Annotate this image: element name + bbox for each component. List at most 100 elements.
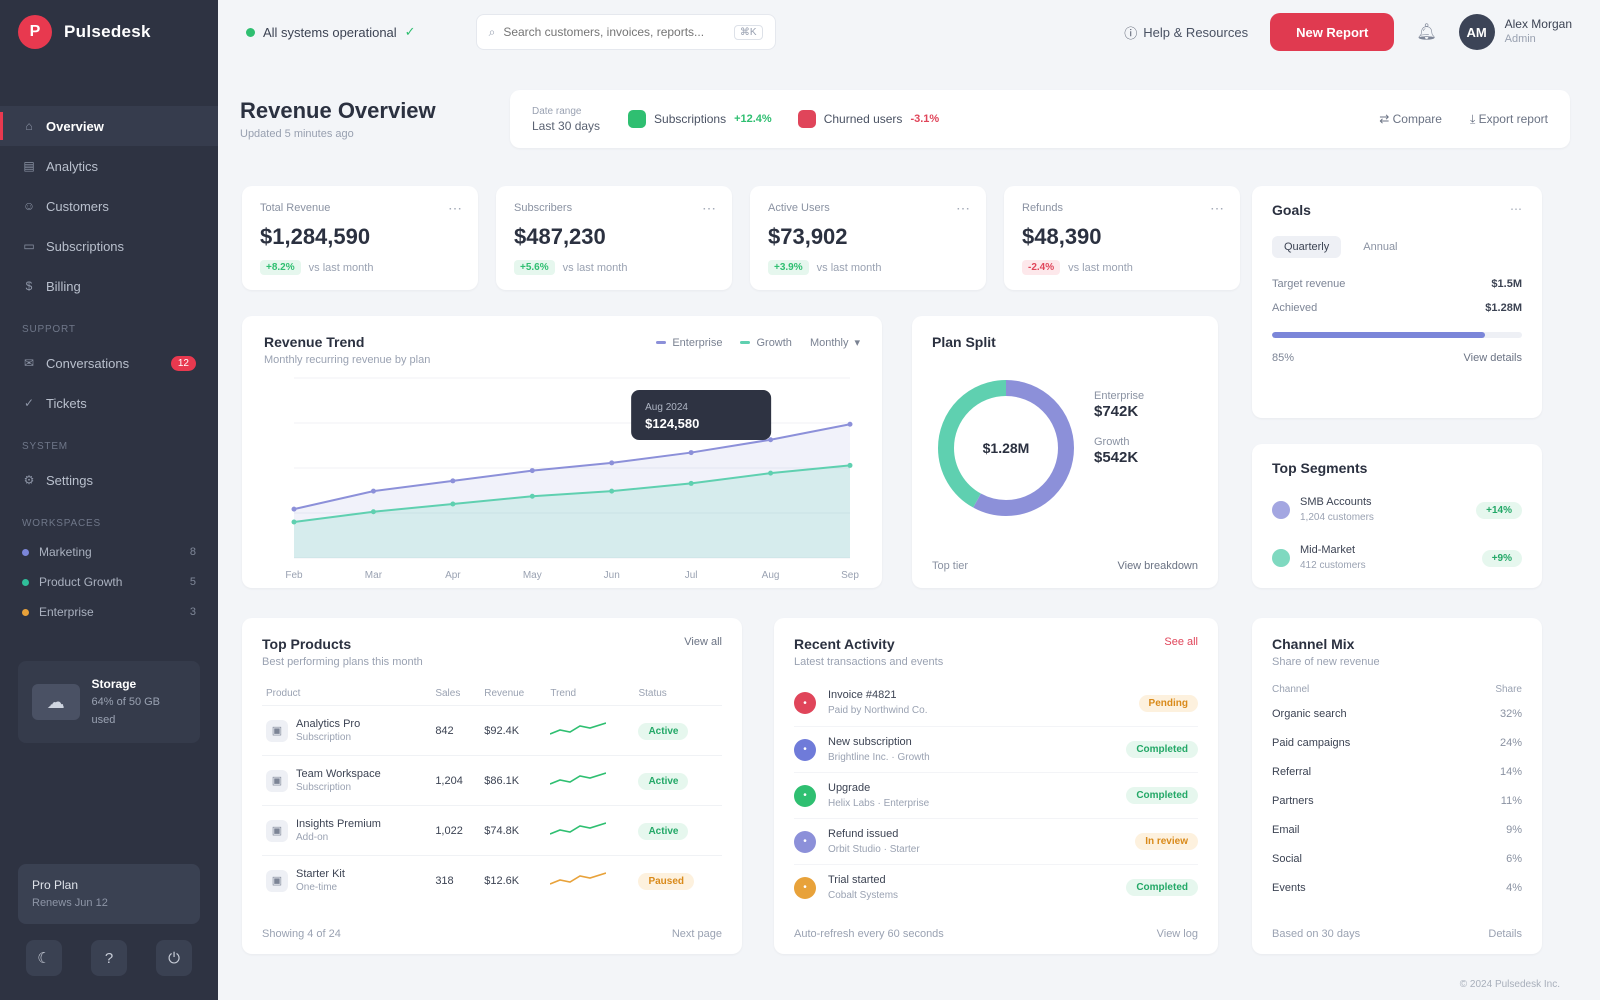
goal-details-link[interactable]: View details [1464, 352, 1523, 364]
avatar: AM [1458, 14, 1495, 50]
products-view-all[interactable]: View all [684, 636, 722, 668]
channels-details-link[interactable]: Details [1488, 928, 1522, 940]
chart-icon: ▤ [23, 159, 35, 173]
more-icon[interactable]: ⋯ [702, 200, 716, 217]
channel-row[interactable]: Email 9% [1272, 815, 1522, 844]
more-icon[interactable]: ⋯ [1210, 200, 1224, 217]
channel-share: 4% [1506, 881, 1522, 894]
sidebar-item-customers[interactable]: ☺ Customers [0, 186, 218, 226]
chart-tooltip [631, 390, 772, 440]
data-point[interactable] [847, 462, 853, 468]
revenue-cell: $86.1K [480, 755, 547, 806]
activity-see-all[interactable]: See all [1164, 636, 1198, 668]
products-next-link[interactable]: Next page [672, 928, 722, 940]
brand[interactable]: P Pulsedesk [0, 0, 218, 64]
tab-annual[interactable]: Annual [1351, 236, 1409, 258]
filter-chip[interactable]: Churned users -3.1% [797, 110, 939, 128]
data-point[interactable] [370, 509, 376, 515]
chart-legend: Enterprise Growth Monthly ▾ [656, 336, 860, 349]
channel-row[interactable]: Paid campaigns 24% [1272, 728, 1522, 757]
plan-card[interactable]: Pro Plan Renews Jun 12 [18, 864, 200, 924]
compare-button[interactable]: ⇄ Compare [1379, 112, 1442, 126]
more-icon[interactable]: ⋯ [1510, 202, 1522, 218]
plan-split-donut[interactable]: $1.28M [926, 368, 1086, 528]
activity-row[interactable]: • Invoice #4821 Paid by Northwind Co. Pendi… [794, 680, 1198, 726]
kpi-card[interactable]: Total Revenue $1,284,590 +8.2% vs last mont… [242, 186, 478, 290]
column-header[interactable]: Trend [546, 682, 634, 706]
more-icon[interactable]: ⋯ [956, 200, 970, 217]
kpi-card[interactable]: Refunds $48,390 -2.4% vs last month ⋯ [1004, 186, 1240, 290]
goal-label: Achieved [1272, 302, 1318, 314]
table-row[interactable]: ▣ Analytics Pro Subscription 842 $92.4K Activ… [262, 705, 722, 756]
channel-row[interactable]: Partners 11% [1272, 786, 1522, 815]
legend-item[interactable]: Growth [740, 336, 792, 349]
data-point[interactable] [291, 519, 297, 525]
channel-row[interactable]: Organic search 32% [1272, 699, 1522, 728]
kpi-card[interactable]: Active Users $73,902 +3.9% vs last month ⋯ [750, 186, 986, 290]
range-select[interactable]: Monthly ▾ [810, 336, 860, 350]
sidebar-item-conversations[interactable]: ✉ Conversations 12 [0, 343, 218, 383]
data-point[interactable] [847, 421, 853, 427]
segment-row[interactable]: SMB Accounts 1,204 customers +14% [1272, 486, 1522, 534]
data-point[interactable] [768, 470, 774, 476]
data-point[interactable] [609, 460, 615, 466]
data-point[interactable] [450, 501, 456, 507]
column-header[interactable]: Status [634, 682, 722, 706]
data-point[interactable] [768, 437, 774, 443]
filter-chip[interactable]: Subscriptions +12.4% [628, 110, 772, 128]
sidebar-item-settings[interactable]: ⚙ Settings [0, 460, 218, 500]
table-row[interactable]: ▣ Team Workspace Subscription 1,204 $86.1K Ac… [262, 755, 722, 806]
activity-row[interactable]: • Trial started Cobalt Systems Completed [794, 864, 1198, 910]
channel-row[interactable]: Referral 14% [1272, 757, 1522, 786]
more-icon[interactable]: ⋯ [448, 200, 462, 217]
activity-row[interactable]: • New subscription Brightline Inc. · Growt… [794, 726, 1198, 772]
new-report-button[interactable]: New Report [1270, 13, 1395, 51]
data-point[interactable] [450, 478, 456, 484]
data-point[interactable] [609, 488, 615, 494]
legend-item[interactable]: Enterprise [656, 336, 722, 349]
workspace-item[interactable]: Product Growth 5 [0, 567, 218, 597]
data-point[interactable] [688, 450, 694, 456]
breakdown-link[interactable]: View breakdown [1117, 560, 1198, 572]
sidebar-item-overview[interactable]: ⌂ Overview [0, 106, 218, 146]
table-row[interactable]: ▣ Insights Premium Add-on 1,022 $74.8K Active [262, 805, 722, 856]
search-box[interactable]: ⌕ ⌘K [475, 14, 776, 50]
storage-widget[interactable]: ☁ Storage 64% of 50 GB used [18, 661, 200, 743]
x-tick-label: Aug [762, 570, 780, 581]
activity-log-link[interactable]: View log [1157, 928, 1198, 940]
user-menu[interactable]: AM Alex Morgan Admin [1458, 14, 1572, 50]
help-icon[interactable]: ? [91, 940, 127, 976]
channel-row[interactable]: Social 6% [1272, 844, 1522, 873]
tab-quarterly[interactable]: Quarterly [1272, 236, 1342, 258]
moon-icon[interactable]: ☾ [26, 940, 62, 976]
export-button[interactable]: ⤓ Export report [1470, 112, 1548, 127]
column-header[interactable]: Product [262, 682, 431, 706]
sidebar-item-subscriptions[interactable]: ▭ Subscriptions [0, 226, 218, 266]
data-point[interactable] [291, 506, 297, 512]
column-header[interactable]: Sales [431, 682, 480, 706]
segment-row[interactable]: Mid-Market 412 customers +9% [1272, 534, 1522, 582]
activity-row[interactable]: • Upgrade Helix Labs · Enterprise Completed [794, 772, 1198, 818]
logout-icon[interactable]: ⏻ [156, 940, 192, 976]
column-header[interactable]: Revenue [480, 682, 546, 706]
kpi-card[interactable]: Subscribers $487,230 +5.6% vs last month ⋯ [496, 186, 732, 290]
revenue-chart[interactable]: Feb Mar Apr May Jun Jul Aug Sep Aug 2024 $124,580 [264, 368, 860, 588]
activity-row[interactable]: • Refund issued Orbit Studio · Starter In r… [794, 818, 1198, 864]
copyright: © 2024 Pulsedesk Inc. [1459, 979, 1560, 990]
workspace-item[interactable]: Marketing 8 [0, 537, 218, 567]
data-point[interactable] [370, 488, 376, 494]
sidebar-item-analytics[interactable]: ▤ Analytics [0, 146, 218, 186]
sidebar-item-billing[interactable]: $ Billing [0, 266, 218, 306]
search-input[interactable] [503, 25, 726, 39]
workspace-item[interactable]: Enterprise 3 [0, 597, 218, 627]
sidebar-item-tickets[interactable]: ✓ Tickets [0, 383, 218, 423]
data-point[interactable] [688, 480, 694, 486]
help-link[interactable]: ⓘ Help & Resources [1124, 23, 1248, 42]
data-point[interactable] [529, 493, 535, 499]
data-point[interactable] [529, 468, 535, 474]
channel-row[interactable]: Events 4% [1272, 873, 1522, 902]
date-range-select[interactable]: Date range Last 30 days [532, 104, 600, 134]
table-row[interactable]: ▣ Starter Kit One-time 318 $12.6K Paused [262, 855, 722, 905]
status-cell: Active [634, 805, 722, 856]
bell-icon[interactable]: 🔔︎ [1416, 22, 1436, 42]
